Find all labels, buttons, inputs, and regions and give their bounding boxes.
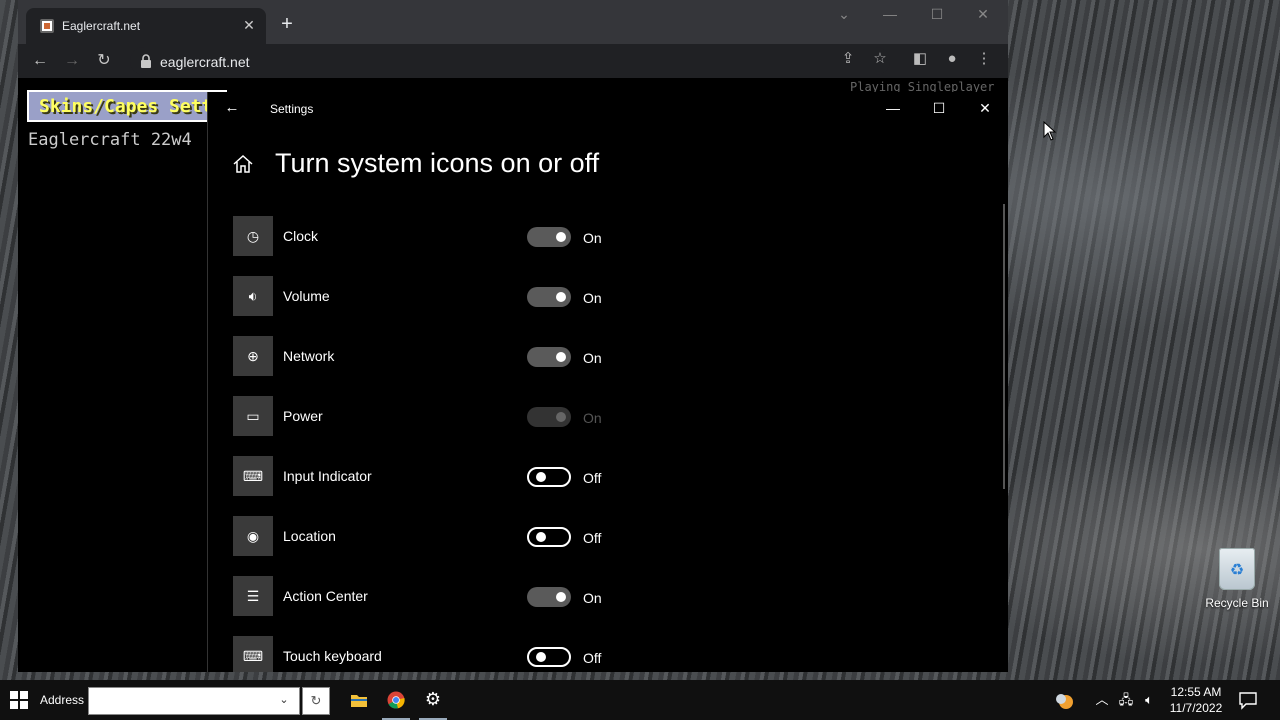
new-tab-button[interactable]: + (276, 14, 298, 34)
page-title: Turn system icons on or off (275, 148, 600, 178)
share-icon[interactable]: ⇪ (838, 49, 858, 69)
setting-row-network: ⊕ Network On (233, 336, 993, 376)
setting-row-volume: 🔉︎ Volume On (233, 276, 993, 316)
browser-close-button[interactable]: ✕ (971, 6, 995, 23)
address-bar[interactable]: eaglercraft.net (130, 47, 890, 75)
chrome-icon (387, 691, 405, 709)
show-hidden-icons-chevron-icon[interactable]: ︿ (1094, 690, 1110, 710)
settings-minimize-button[interactable]: — (879, 98, 907, 118)
mouse-cursor-icon (1043, 121, 1057, 141)
reload-icon[interactable]: ↻ (93, 51, 115, 71)
touch-keyboard-toggle[interactable] (527, 647, 571, 667)
clock-time: 12:55 AM (1170, 685, 1222, 699)
settings-header: Turn system icons on or off (208, 144, 1008, 184)
setting-label: Network (283, 348, 335, 364)
setting-label: Power (283, 408, 323, 424)
volume-tray-icon[interactable]: 🔈︎ (1140, 690, 1158, 710)
browser-maximize-button[interactable]: ☐ (925, 6, 949, 23)
notification-center-icon[interactable] (1238, 690, 1258, 710)
toggle-state-text: On (583, 350, 602, 366)
bookmark-star-icon[interactable]: ☆ (870, 49, 890, 69)
address-toolbar-label: Address (40, 693, 85, 707)
toggle-state-text: On (583, 230, 602, 246)
setting-label: Action Center (283, 588, 368, 604)
toggle-state-text: On (583, 290, 602, 306)
folder-icon (351, 695, 367, 707)
taskbar-clock[interactable]: 12:55 AM 11/7/2022 (1164, 684, 1228, 716)
settings-scrollbar[interactable] (1003, 204, 1005, 489)
setting-label: Location (283, 528, 336, 544)
tab-title: Eaglercraft.net (62, 19, 141, 33)
setting-label: Volume (283, 288, 330, 304)
lock-icon[interactable] (140, 54, 152, 68)
tab-close-button[interactable]: ✕ (240, 16, 258, 34)
chrome-taskbar-button[interactable] (378, 680, 414, 720)
clock-date: 11/7/2022 (1169, 701, 1223, 715)
gear-icon: ⚙ (424, 689, 442, 709)
windows-start-icon[interactable] (10, 691, 28, 709)
taskbar: Address ⌄ ↻ ⚙ ︿ 🖧︎ 🔈︎ 12:55 AM 11/7/2022 (0, 680, 1280, 720)
chevron-down-icon[interactable]: ⌄ (276, 693, 292, 709)
settings-window-title: Settings (270, 102, 314, 116)
location-toggle[interactable] (527, 527, 571, 547)
back-arrow-icon[interactable]: ← (29, 51, 51, 71)
browser-toolbar: ← → ↻ eaglercraft.net ⇪ ☆ ◧ ● ⋮ (18, 44, 1008, 78)
tab-search-icon[interactable]: ⌄ (832, 6, 856, 23)
skins-capes-button[interactable]: Skins/Capes Sett (27, 90, 227, 122)
settings-titlebar: ← Settings — ☐ ✕ (208, 92, 1008, 124)
setting-label: Touch keyboard (283, 648, 382, 664)
forward-arrow-icon[interactable]: → (61, 51, 83, 71)
toggle-state-text: Off (583, 650, 602, 666)
network-icon: ⊕ (233, 336, 273, 376)
address-go-button[interactable]: ↻ (302, 687, 330, 715)
weather-icon[interactable] (1052, 690, 1076, 710)
settings-back-arrow-icon[interactable]: ← (222, 98, 242, 118)
file-explorer-taskbar-button[interactable] (341, 680, 377, 720)
setting-row-action-center: ☰ Action Center On (233, 576, 993, 616)
setting-label: Input Indicator (283, 468, 372, 484)
browser-tab[interactable]: Eaglercraft.net ✕ (26, 8, 266, 44)
clock-icon: ◷ (233, 216, 273, 256)
setting-row-clock: ◷ Clock On (233, 216, 993, 256)
settings-taskbar-button[interactable]: ⚙ (415, 680, 451, 720)
settings-maximize-button[interactable]: ☐ (925, 98, 953, 118)
browser-tabstrip: Eaglercraft.net ✕ + ⌄ — ☐ ✕ (18, 0, 1008, 44)
location-icon: ◉ (233, 516, 273, 556)
toggle-state-text: Off (583, 530, 602, 546)
setting-row-touch-keyboard: ⌨ Touch keyboard Off (233, 636, 993, 672)
setting-row-input-indicator: ⌨ Input Indicator Off (233, 456, 993, 496)
side-panel-icon[interactable]: ◧ (910, 49, 930, 69)
network-toggle[interactable] (527, 347, 571, 367)
address-toolbar-input[interactable] (88, 687, 300, 715)
browser-minimize-button[interactable]: — (878, 6, 902, 22)
clock-toggle[interactable] (527, 227, 571, 247)
url-text: eaglercraft.net (160, 54, 250, 70)
profile-icon[interactable]: ● (942, 49, 962, 69)
setting-row-power: ▭ Power On (233, 396, 993, 436)
volume-icon: 🔉︎ (233, 276, 273, 316)
toggle-state-text: Off (583, 470, 602, 486)
recycle-bin-label: Recycle Bin (1205, 596, 1269, 610)
input-indicator-toggle[interactable] (527, 467, 571, 487)
volume-toggle[interactable] (527, 287, 571, 307)
recycle-bin-icon (1219, 548, 1255, 590)
battery-icon: ▭ (233, 396, 273, 436)
keyboard-icon: ⌨ (233, 636, 273, 672)
site-favicon-icon (40, 19, 54, 33)
action-center-toggle[interactable] (527, 587, 571, 607)
action-center-icon: ☰ (233, 576, 273, 616)
power-toggle (527, 407, 571, 427)
settings-window: ← Settings — ☐ ✕ Turn system icons on or… (207, 92, 1008, 672)
home-icon[interactable] (232, 153, 254, 175)
toggle-state-text: On (583, 410, 602, 426)
game-version-text: Eaglercraft 22w4 (28, 130, 192, 150)
setting-row-location: ◉ Location Off (233, 516, 993, 556)
toggle-state-text: On (583, 590, 602, 606)
keyboard-icon: ⌨ (233, 456, 273, 496)
settings-close-button[interactable]: ✕ (971, 98, 999, 118)
menu-kebab-icon[interactable]: ⋮ (974, 49, 994, 69)
network-tray-icon[interactable]: 🖧︎ (1117, 690, 1135, 710)
setting-label: Clock (283, 228, 319, 244)
recycle-bin-shortcut[interactable]: Recycle Bin (1204, 548, 1270, 610)
